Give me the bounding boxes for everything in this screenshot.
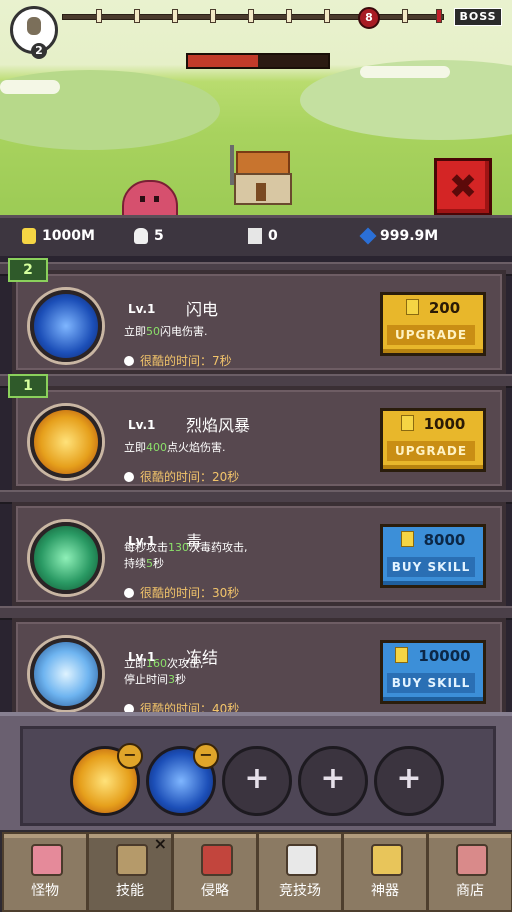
freeze-skill-icon <box>30 638 102 710</box>
monster-icon <box>31 844 63 876</box>
fire-skill-icon <box>30 406 102 478</box>
cloud <box>360 66 450 78</box>
lightning-skill-icon <box>30 290 102 362</box>
player-level-badge: 2 <box>31 43 47 59</box>
buy-skill-label: BUY SKILL <box>387 557 475 577</box>
gem-counter: 999.9M <box>359 226 438 246</box>
gold-coin-icon <box>22 228 36 244</box>
artifact-icon <box>371 844 403 876</box>
skill-cooldown: 很酷的时间：7秒 <box>124 352 232 369</box>
upgrade-button[interactable]: 1000 UPGRADE <box>380 408 486 472</box>
invasion-banner-icon <box>201 844 233 876</box>
close-button[interactable]: ✖ <box>434 158 492 215</box>
tower-icon <box>248 228 262 244</box>
stage-tick <box>96 9 102 23</box>
poison-skill-icon <box>30 522 102 594</box>
enemy-monster[interactable] <box>122 180 178 215</box>
equipped-fire-skill-icon[interactable]: − <box>70 743 143 816</box>
boss-health-bar <box>186 53 330 69</box>
player-avatar[interactable]: 2 <box>10 6 58 59</box>
buy-skill-button[interactable]: 8000 BUY SKILL <box>380 524 486 588</box>
tab-arena[interactable]: 竞技场 <box>257 832 343 912</box>
gold-counter: 1000M <box>22 226 95 246</box>
unequip-button[interactable]: − <box>117 743 143 769</box>
skill-level: Lv.1 <box>128 302 156 316</box>
close-icon: ✖ <box>448 167 478 207</box>
equipped-slot-tag: 2 <box>8 258 48 282</box>
tower-counter: 0 <box>248 226 278 246</box>
skill-card-poison[interactable]: Lv.1 毒 每秒攻击130次毒药攻击, 持续5秒 很酷的时间：30秒 8000 … <box>12 502 506 606</box>
plus-icon: + <box>320 761 346 796</box>
gold-coin-icon <box>405 299 419 315</box>
gem-icon <box>359 227 377 245</box>
tab-shop[interactable]: 商店 <box>427 832 512 912</box>
skill-card-freeze[interactable]: Lv.1 冻结 立即160次攻击, 停止时间3秒 很酷的时间：40秒 10000 … <box>12 618 506 712</box>
gold-coin-icon <box>395 647 409 663</box>
crossed-swords-icon <box>286 844 318 876</box>
clock-icon <box>124 588 134 598</box>
unequip-button[interactable]: − <box>193 743 219 769</box>
skill-cooldown: 很酷的时间：20秒 <box>124 468 239 485</box>
skill-book-icon <box>116 844 148 876</box>
tab-skills[interactable]: 技能 × <box>87 832 173 912</box>
stage-tick <box>172 9 178 23</box>
stage-tick <box>286 9 292 23</box>
equipped-skills-bar: − − + + + <box>0 712 512 834</box>
equipped-lightning-skill-icon[interactable]: − <box>146 743 219 816</box>
castle-building <box>230 145 292 205</box>
clock-icon <box>124 704 134 712</box>
clock-icon <box>124 472 134 482</box>
tab-artifacts[interactable]: 神器 <box>342 832 428 912</box>
empty-skill-slot[interactable]: + <box>298 746 368 816</box>
current-stage-marker: 8 <box>358 7 380 29</box>
skill-description: 立即50闪电伤害. <box>124 325 208 338</box>
battle-scene: 8 BOSS 2 ✖ <box>0 0 512 215</box>
resource-bar: 1000M 5 0 999.9M <box>0 215 512 259</box>
boss-label[interactable]: BOSS <box>454 8 502 26</box>
stage-tick <box>436 9 442 23</box>
upgrade-label: UPGRADE <box>387 441 475 461</box>
skill-description: 每秒攻击130次毒药攻击, 持续5秒 <box>124 541 248 570</box>
cloud <box>0 80 60 94</box>
player-sprite-icon <box>27 17 41 35</box>
empty-skill-slot[interactable]: + <box>374 746 444 816</box>
tab-monsters[interactable]: 怪物 <box>2 832 88 912</box>
stage-tick <box>210 9 216 23</box>
buy-skill-label: BUY SKILL <box>387 673 475 693</box>
skill-cooldown: 很酷的时间：30秒 <box>124 584 239 601</box>
plus-icon: + <box>396 761 422 796</box>
skill-description: 立即160次攻击, 停止时间3秒 <box>124 657 204 686</box>
equipped-slot-tag: 1 <box>8 374 48 398</box>
skill-description: 立即400点火焰伤害. <box>124 441 226 454</box>
stage-tick <box>402 9 408 23</box>
plus-icon: + <box>244 761 270 796</box>
upgrade-button[interactable]: 200 UPGRADE <box>380 292 486 356</box>
gold-coin-icon <box>400 531 414 547</box>
skull-counter: 5 <box>134 226 164 246</box>
tab-invasion[interactable]: 侵略 <box>172 832 258 912</box>
skill-card-firestorm[interactable]: Lv.1 烈焰风暴 立即400点火焰伤害. 很酷的时间：20秒 1000 UPG… <box>12 386 506 490</box>
bottom-navigation: 怪物 技能 × 侵略 竞技场 神器 商店 <box>0 830 512 912</box>
skill-level: Lv.1 <box>128 418 156 432</box>
gold-coin-icon <box>400 415 414 431</box>
close-tab-icon[interactable]: × <box>154 834 167 853</box>
skill-name: 烈焰风暴 <box>186 416 251 435</box>
upgrade-label: UPGRADE <box>387 325 475 345</box>
skill-cooldown: 很酷的时间：40秒 <box>124 700 239 712</box>
buy-skill-button[interactable]: 10000 BUY SKILL <box>380 640 486 704</box>
stage-tick <box>324 9 330 23</box>
boss-health-fill <box>188 55 258 67</box>
stage-tick <box>248 9 254 23</box>
skill-card-lightning[interactable]: Lv.1 闪电 立即50闪电伤害. 很酷的时间：7秒 200 UPGRADE <box>12 270 506 374</box>
shop-icon <box>456 844 488 876</box>
skull-icon <box>134 228 148 244</box>
clock-icon <box>124 356 134 366</box>
skill-list[interactable]: Lv.1 闪电 立即50闪电伤害. 很酷的时间：7秒 200 UPGRADE 2… <box>0 256 512 712</box>
stage-tick <box>134 9 140 23</box>
skill-name: 闪电 <box>186 300 219 319</box>
empty-skill-slot[interactable]: + <box>222 746 292 816</box>
